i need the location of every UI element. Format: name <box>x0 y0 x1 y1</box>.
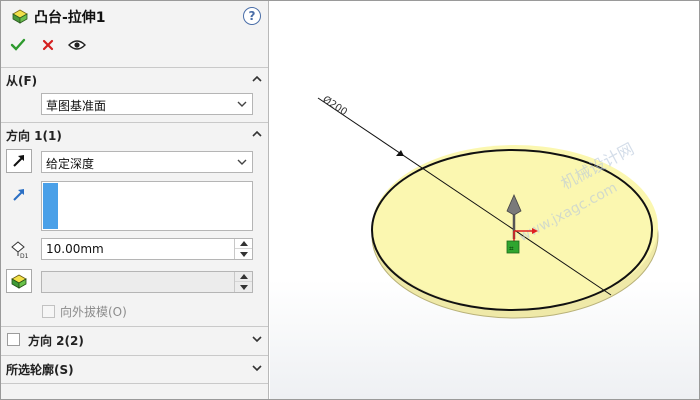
draft-toggle-button[interactable] <box>6 269 32 293</box>
from-section-header[interactable]: 从(F) <box>1 69 268 91</box>
spin-down-button[interactable] <box>235 249 252 259</box>
direction-vector-icon-box <box>6 183 32 207</box>
help-icon: ? <box>248 9 256 23</box>
selection-highlight <box>43 183 58 229</box>
spin-up-button[interactable] <box>235 239 252 249</box>
depth-spinner <box>234 239 252 259</box>
model-view: Ø200 机械设计网 www.jxagc.com ⌗ <box>317 93 659 319</box>
start-condition-dropdown[interactable]: 草图基准面 <box>41 93 253 115</box>
divider <box>1 355 268 356</box>
triangle-down-icon <box>239 284 248 290</box>
panel-titlebar: 凸台-拉伸1 ? <box>1 1 268 31</box>
direction2-section-label: 方向 2(2) <box>28 334 84 348</box>
svg-text:D1: D1 <box>20 253 29 259</box>
triangle-up-icon <box>239 241 248 246</box>
origin-glyph: ⌗ <box>509 244 514 253</box>
draft-outward-label: 向外拔模(O) <box>60 305 127 319</box>
checkmark-icon <box>10 38 26 51</box>
spin-down-button[interactable] <box>235 282 252 292</box>
eye-icon <box>68 40 86 50</box>
triangle-up-icon <box>239 274 248 279</box>
cancel-button[interactable] <box>38 35 58 55</box>
spin-up-button[interactable] <box>235 272 252 282</box>
chevron-down-icon <box>252 336 262 343</box>
direction-arrow-icon <box>13 189 24 201</box>
divider <box>1 122 268 123</box>
depth-dimension-icon: D1 <box>11 241 29 259</box>
depth-input[interactable]: 10.00mm <box>41 238 253 260</box>
end-condition-value: 给定深度 <box>46 157 95 171</box>
start-condition-value: 草图基准面 <box>46 99 107 113</box>
chevron-up-icon <box>252 75 262 82</box>
draft-icon <box>11 274 27 289</box>
depth-value: 10.00mm <box>46 242 104 256</box>
triangle-down-icon <box>239 251 248 257</box>
reverse-direction-button[interactable] <box>6 149 32 173</box>
depth-icon-box: D1 <box>6 237 32 261</box>
direction2-section-header[interactable]: 方向 2(2) <box>1 329 268 351</box>
divider <box>1 67 268 68</box>
reverse-direction-icon <box>13 155 24 167</box>
divider <box>1 383 268 384</box>
property-manager-panel: 凸台-拉伸1 ? 从(F) 草图基准面 方向 1(1) 给定深度 D1 10.0… <box>1 1 269 399</box>
draft-angle-spinner <box>234 272 252 292</box>
graphics-viewport[interactable]: Ø200 机械设计网 www.jxagc.com ⌗ <box>270 1 699 399</box>
direction1-section-label: 方向 1(1) <box>6 129 62 143</box>
panel-title: 凸台-拉伸1 <box>34 10 106 26</box>
chevron-down-icon <box>237 159 247 165</box>
ok-button[interactable] <box>8 35 28 55</box>
chevron-up-icon <box>252 130 262 137</box>
action-row <box>1 35 268 57</box>
chevron-down-icon <box>237 101 247 107</box>
direction-vector-selection-box[interactable] <box>41 181 253 231</box>
direction1-section-header[interactable]: 方向 1(1) <box>1 124 268 146</box>
detailed-preview-button[interactable] <box>67 35 87 55</box>
draft-angle-input[interactable] <box>41 271 253 293</box>
diameter-dimension-label[interactable]: Ø200 <box>320 93 349 118</box>
end-condition-dropdown[interactable]: 给定深度 <box>41 151 253 173</box>
selected-contours-label: 所选轮廓(S) <box>6 363 74 377</box>
boss-extrude-icon <box>12 9 28 24</box>
selected-contours-section-header[interactable]: 所选轮廓(S) <box>1 358 268 380</box>
x-icon <box>42 39 54 51</box>
from-section-label: 从(F) <box>6 74 38 88</box>
chevron-down-icon <box>252 365 262 372</box>
direction2-checkbox[interactable] <box>7 333 20 346</box>
help-button[interactable]: ? <box>243 7 261 25</box>
divider <box>1 326 268 327</box>
draft-outward-checkbox[interactable] <box>42 305 55 318</box>
